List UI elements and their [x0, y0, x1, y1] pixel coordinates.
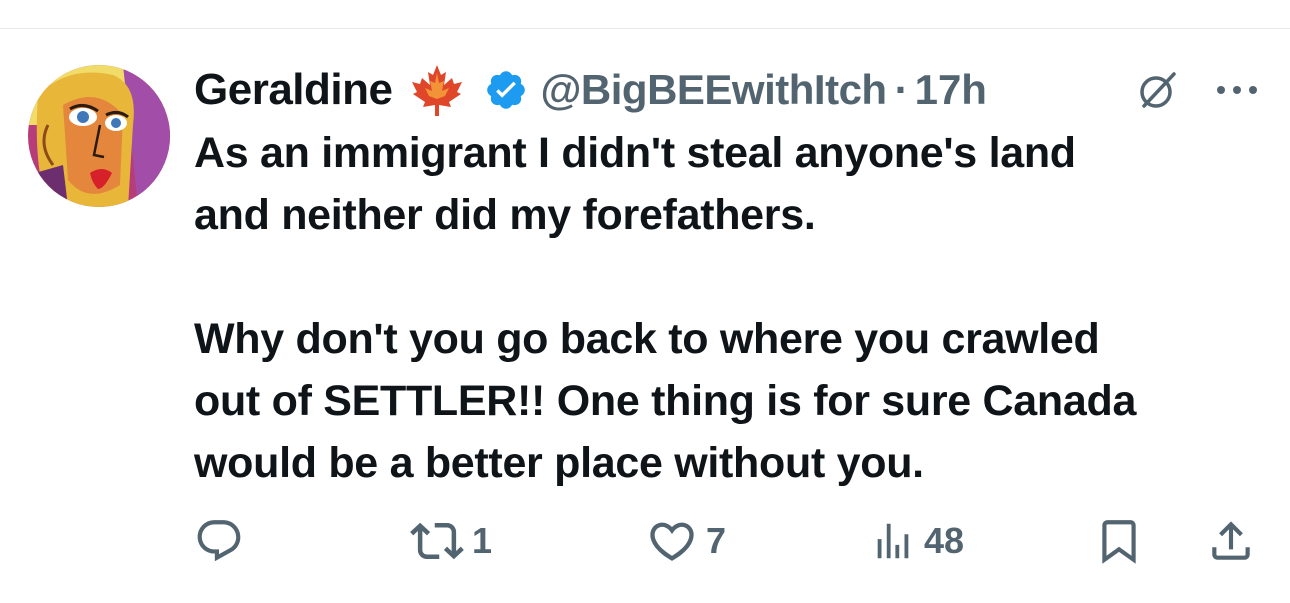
like-button[interactable]: 7 [646, 505, 726, 577]
tweet-header: Geraldine @BigBEEwithItch · 17h [194, 60, 1274, 120]
share-button[interactable] [1206, 505, 1256, 577]
separator-dot: · [894, 66, 909, 113]
retweet-icon [410, 522, 464, 560]
share-icon [1212, 521, 1250, 560]
tweet-text: As an immigrant I didn't steal anyone's … [194, 122, 1264, 494]
top-divider [0, 28, 1290, 29]
timestamp[interactable]: 17h [915, 66, 987, 114]
retweet-count: 1 [472, 520, 493, 561]
action-bar: 1 7 48 [0, 505, 1290, 577]
avatar[interactable] [28, 65, 170, 207]
views-button[interactable]: 48 [870, 505, 964, 577]
views-count: 48 [924, 520, 965, 561]
maple-leaf-icon [408, 61, 466, 119]
tweet-paragraph-2: Why don't you go back to where you crawl… [194, 315, 1137, 487]
like-icon [650, 522, 694, 561]
author-handle[interactable]: @BigBEEwithItch [540, 66, 887, 114]
author-name[interactable]: Geraldine [194, 65, 393, 115]
avatar-image [28, 65, 170, 207]
bookmark-button[interactable] [1094, 505, 1144, 577]
verified-badge-icon[interactable] [484, 68, 528, 112]
retweet-button[interactable]: 1 [410, 505, 492, 577]
more-icon[interactable] [1212, 66, 1262, 114]
tweet-paragraph-1: As an immigrant I didn't steal anyone's … [194, 129, 1076, 239]
grok-icon[interactable] [1134, 66, 1182, 114]
reply-button[interactable] [194, 505, 252, 577]
reply-icon [197, 520, 241, 562]
views-icon [877, 523, 909, 559]
like-count: 7 [706, 520, 727, 561]
bookmark-icon [1102, 520, 1136, 564]
